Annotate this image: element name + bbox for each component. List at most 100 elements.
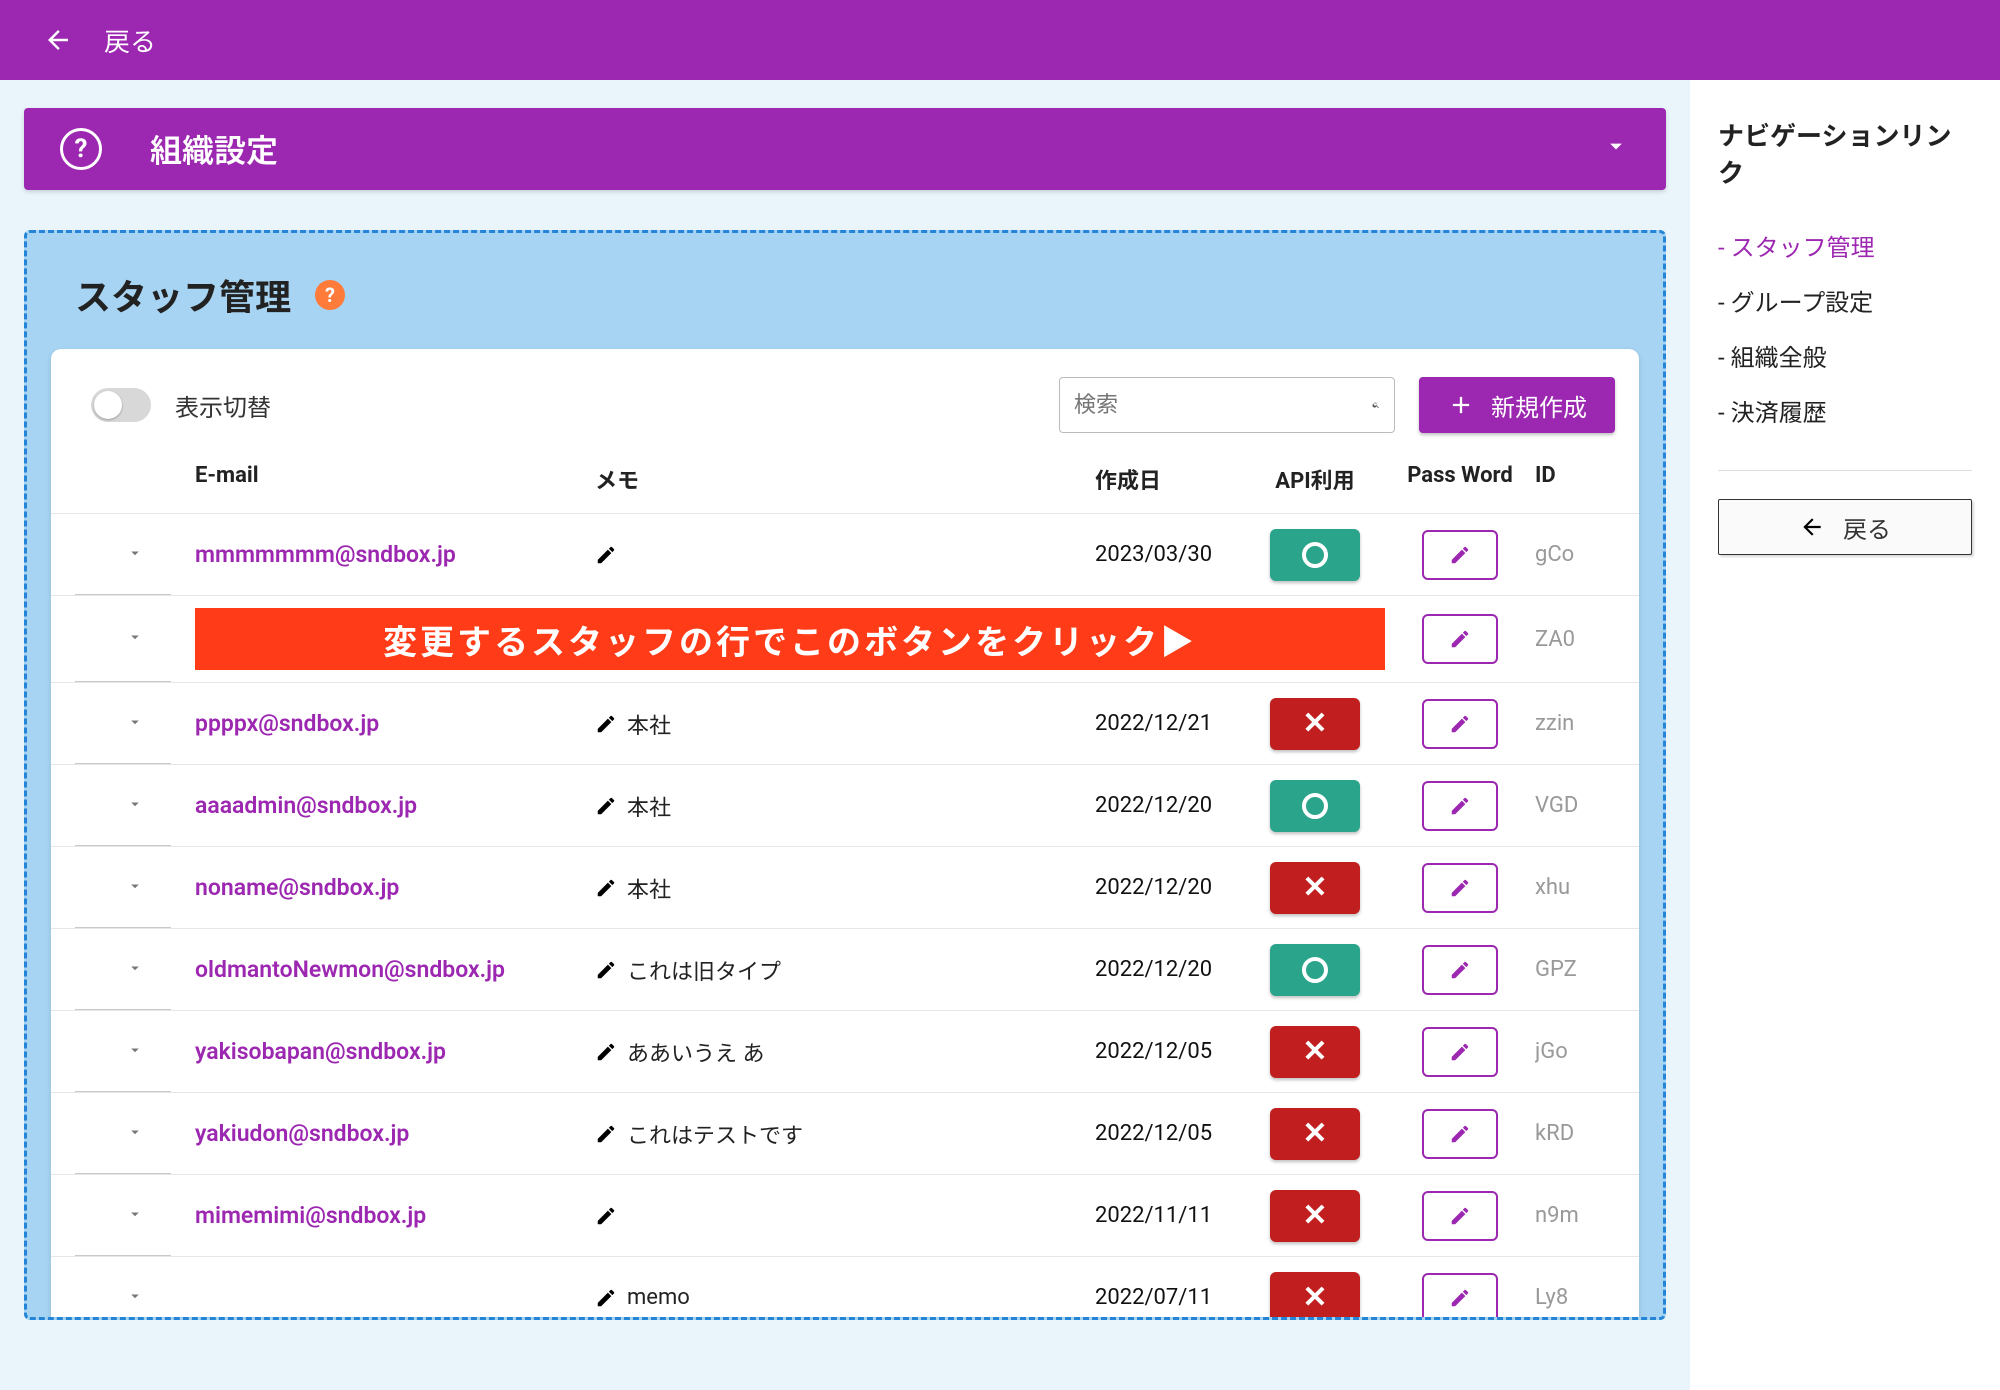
- main-area: ? 組織設定 スタッフ管理 ? 表示切替: [0, 80, 1690, 1390]
- memo-cell[interactable]: ああいうえ あ: [595, 1036, 1095, 1068]
- table-row: yakiudon@sndbox.jpこれはテストです2022/12/05✕kRD: [51, 1092, 1639, 1174]
- expand-row-icon[interactable]: [75, 1286, 195, 1310]
- expand-row-icon[interactable]: [75, 543, 195, 567]
- api-enabled-chip[interactable]: [1270, 529, 1360, 581]
- password-cell: [1385, 781, 1535, 831]
- api-enabled-chip[interactable]: [1270, 780, 1360, 832]
- id-cell: jGo: [1535, 1039, 1615, 1064]
- sidebar-nav-link[interactable]: - 決済履歴: [1718, 383, 1972, 438]
- appbar-back-label[interactable]: 戻る: [104, 22, 156, 59]
- expand-row-icon[interactable]: [75, 1040, 195, 1064]
- chevron-down-icon[interactable]: [1602, 132, 1630, 167]
- api-disabled-chip[interactable]: ✕: [1270, 1026, 1360, 1078]
- memo-cell[interactable]: [595, 1205, 1095, 1227]
- edit-password-button[interactable]: [1422, 1273, 1498, 1321]
- table-row: aaaadmin@sndbox.jp本社2022/12/20 VGD: [51, 764, 1639, 846]
- col-id: ID: [1535, 463, 1615, 495]
- email-cell[interactable]: yakisobapan@sndbox.jp: [195, 1038, 595, 1065]
- expand-row-icon[interactable]: [75, 876, 195, 900]
- table-row: noname@sndbox.jp本社2022/12/20✕xhu: [51, 846, 1639, 928]
- expand-row-icon[interactable]: [75, 1204, 195, 1228]
- date-cell: 2022/12/05: [1095, 1121, 1245, 1146]
- section-title: 組織設定: [150, 126, 1602, 172]
- memo-cell[interactable]: これはテストです: [595, 1118, 1095, 1150]
- api-cell: ✕: [1245, 1026, 1385, 1078]
- section-header[interactable]: ? 組織設定: [24, 108, 1666, 190]
- password-cell: [1385, 1027, 1535, 1077]
- sidebar-back-button[interactable]: 戻る: [1718, 499, 1972, 555]
- email-cell[interactable]: noname@sndbox.jp: [195, 874, 595, 901]
- email-cell[interactable]: aaaadmin@sndbox.jp: [195, 792, 595, 819]
- api-disabled-chip[interactable]: ✕: [1270, 862, 1360, 914]
- date-cell: 2022/12/20: [1095, 793, 1245, 818]
- email-cell[interactable]: mimemimi@sndbox.jp: [195, 1202, 595, 1229]
- api-cell: [1245, 944, 1385, 996]
- panel: スタッフ管理 ? 表示切替 新規作成: [24, 230, 1666, 1320]
- email-cell[interactable]: oldmantoNewmon@sndbox.jp: [195, 956, 595, 983]
- api-disabled-chip[interactable]: ✕: [1270, 1190, 1360, 1242]
- memo-cell[interactable]: 本社: [595, 790, 1095, 822]
- memo-cell[interactable]: [595, 544, 1095, 566]
- sidebar-heading: ナビゲーションリンク: [1718, 116, 1972, 190]
- edit-password-button[interactable]: [1422, 945, 1498, 995]
- password-cell: [1385, 614, 1535, 664]
- password-cell: [1385, 1191, 1535, 1241]
- help-icon[interactable]: ?: [315, 280, 345, 310]
- col-password: Pass Word: [1385, 463, 1535, 495]
- search-box[interactable]: [1059, 377, 1395, 433]
- memo-cell[interactable]: これは旧タイプ: [595, 954, 1095, 986]
- memo-cell[interactable]: 本社: [595, 708, 1095, 740]
- table-row: oldmantoNewmon@sndbox.jpこれは旧タイプ2022/12/2…: [51, 928, 1639, 1010]
- password-cell: [1385, 699, 1535, 749]
- date-cell: 2022/12/05: [1095, 1039, 1245, 1064]
- create-button[interactable]: 新規作成: [1419, 377, 1615, 433]
- email-cell[interactable]: ppppx@sndbox.jp: [195, 710, 595, 737]
- edit-password-button[interactable]: [1422, 699, 1498, 749]
- expand-row-icon[interactable]: [75, 712, 195, 736]
- date-cell: 2022/12/21: [1095, 711, 1245, 736]
- date-cell: 2023/03/30: [1095, 542, 1245, 567]
- api-enabled-chip[interactable]: [1270, 944, 1360, 996]
- edit-password-button[interactable]: [1422, 1109, 1498, 1159]
- search-input[interactable]: [1074, 392, 1362, 418]
- password-cell: [1385, 530, 1535, 580]
- sidebar-nav-link[interactable]: - 組織全般: [1718, 328, 1972, 383]
- memo-cell[interactable]: memo: [595, 1285, 1095, 1310]
- edit-password-button[interactable]: [1422, 781, 1498, 831]
- id-cell: VGD: [1535, 793, 1615, 818]
- id-cell: GPZ: [1535, 957, 1615, 982]
- sidebar-nav-link[interactable]: - グループ設定: [1718, 273, 1972, 328]
- api-disabled-chip[interactable]: ✕: [1270, 1108, 1360, 1160]
- expand-row-icon[interactable]: [75, 958, 195, 982]
- email-cell[interactable]: mmmmmmm@sndbox.jp: [195, 541, 595, 568]
- api-disabled-chip[interactable]: ✕: [1270, 698, 1360, 750]
- expand-row-icon[interactable]: [75, 627, 195, 651]
- back-arrow-icon[interactable]: [40, 22, 76, 58]
- create-button-label: 新規作成: [1491, 388, 1587, 423]
- table-row: mmmmmmm@sndbox.jp2023/03/30gCo: [51, 513, 1639, 595]
- help-icon[interactable]: ?: [60, 128, 102, 170]
- password-cell: [1385, 1273, 1535, 1321]
- expand-row-icon[interactable]: [75, 794, 195, 818]
- password-cell: [1385, 1109, 1535, 1159]
- toolbar: 表示切替 新規作成: [51, 369, 1639, 457]
- date-cell: 2022/11/11: [1095, 1203, 1245, 1228]
- memo-cell[interactable]: 本社: [595, 872, 1095, 904]
- col-api: API利用: [1245, 463, 1385, 495]
- edit-password-button[interactable]: [1422, 614, 1498, 664]
- id-cell: n9m: [1535, 1203, 1615, 1228]
- edit-password-button[interactable]: [1422, 863, 1498, 913]
- edit-password-button[interactable]: [1422, 1191, 1498, 1241]
- search-icon[interactable]: [1372, 391, 1380, 419]
- email-cell[interactable]: yakiudon@sndbox.jp: [195, 1120, 595, 1147]
- expand-row-icon[interactable]: [75, 1122, 195, 1146]
- display-toggle[interactable]: [91, 388, 151, 422]
- sidebar-back-label: 戻る: [1843, 510, 1891, 545]
- id-cell: zzin: [1535, 711, 1615, 736]
- instruction-banner: 変更するスタッフの行でこのボタンをクリック▶: [195, 608, 1385, 670]
- api-disabled-chip[interactable]: ✕: [1270, 1272, 1360, 1321]
- sidebar: ナビゲーションリンク - スタッフ管理- グループ設定- 組織全般- 決済履歴 …: [1690, 80, 2000, 1390]
- edit-password-button[interactable]: [1422, 530, 1498, 580]
- sidebar-nav-link[interactable]: - スタッフ管理: [1718, 218, 1972, 273]
- edit-password-button[interactable]: [1422, 1027, 1498, 1077]
